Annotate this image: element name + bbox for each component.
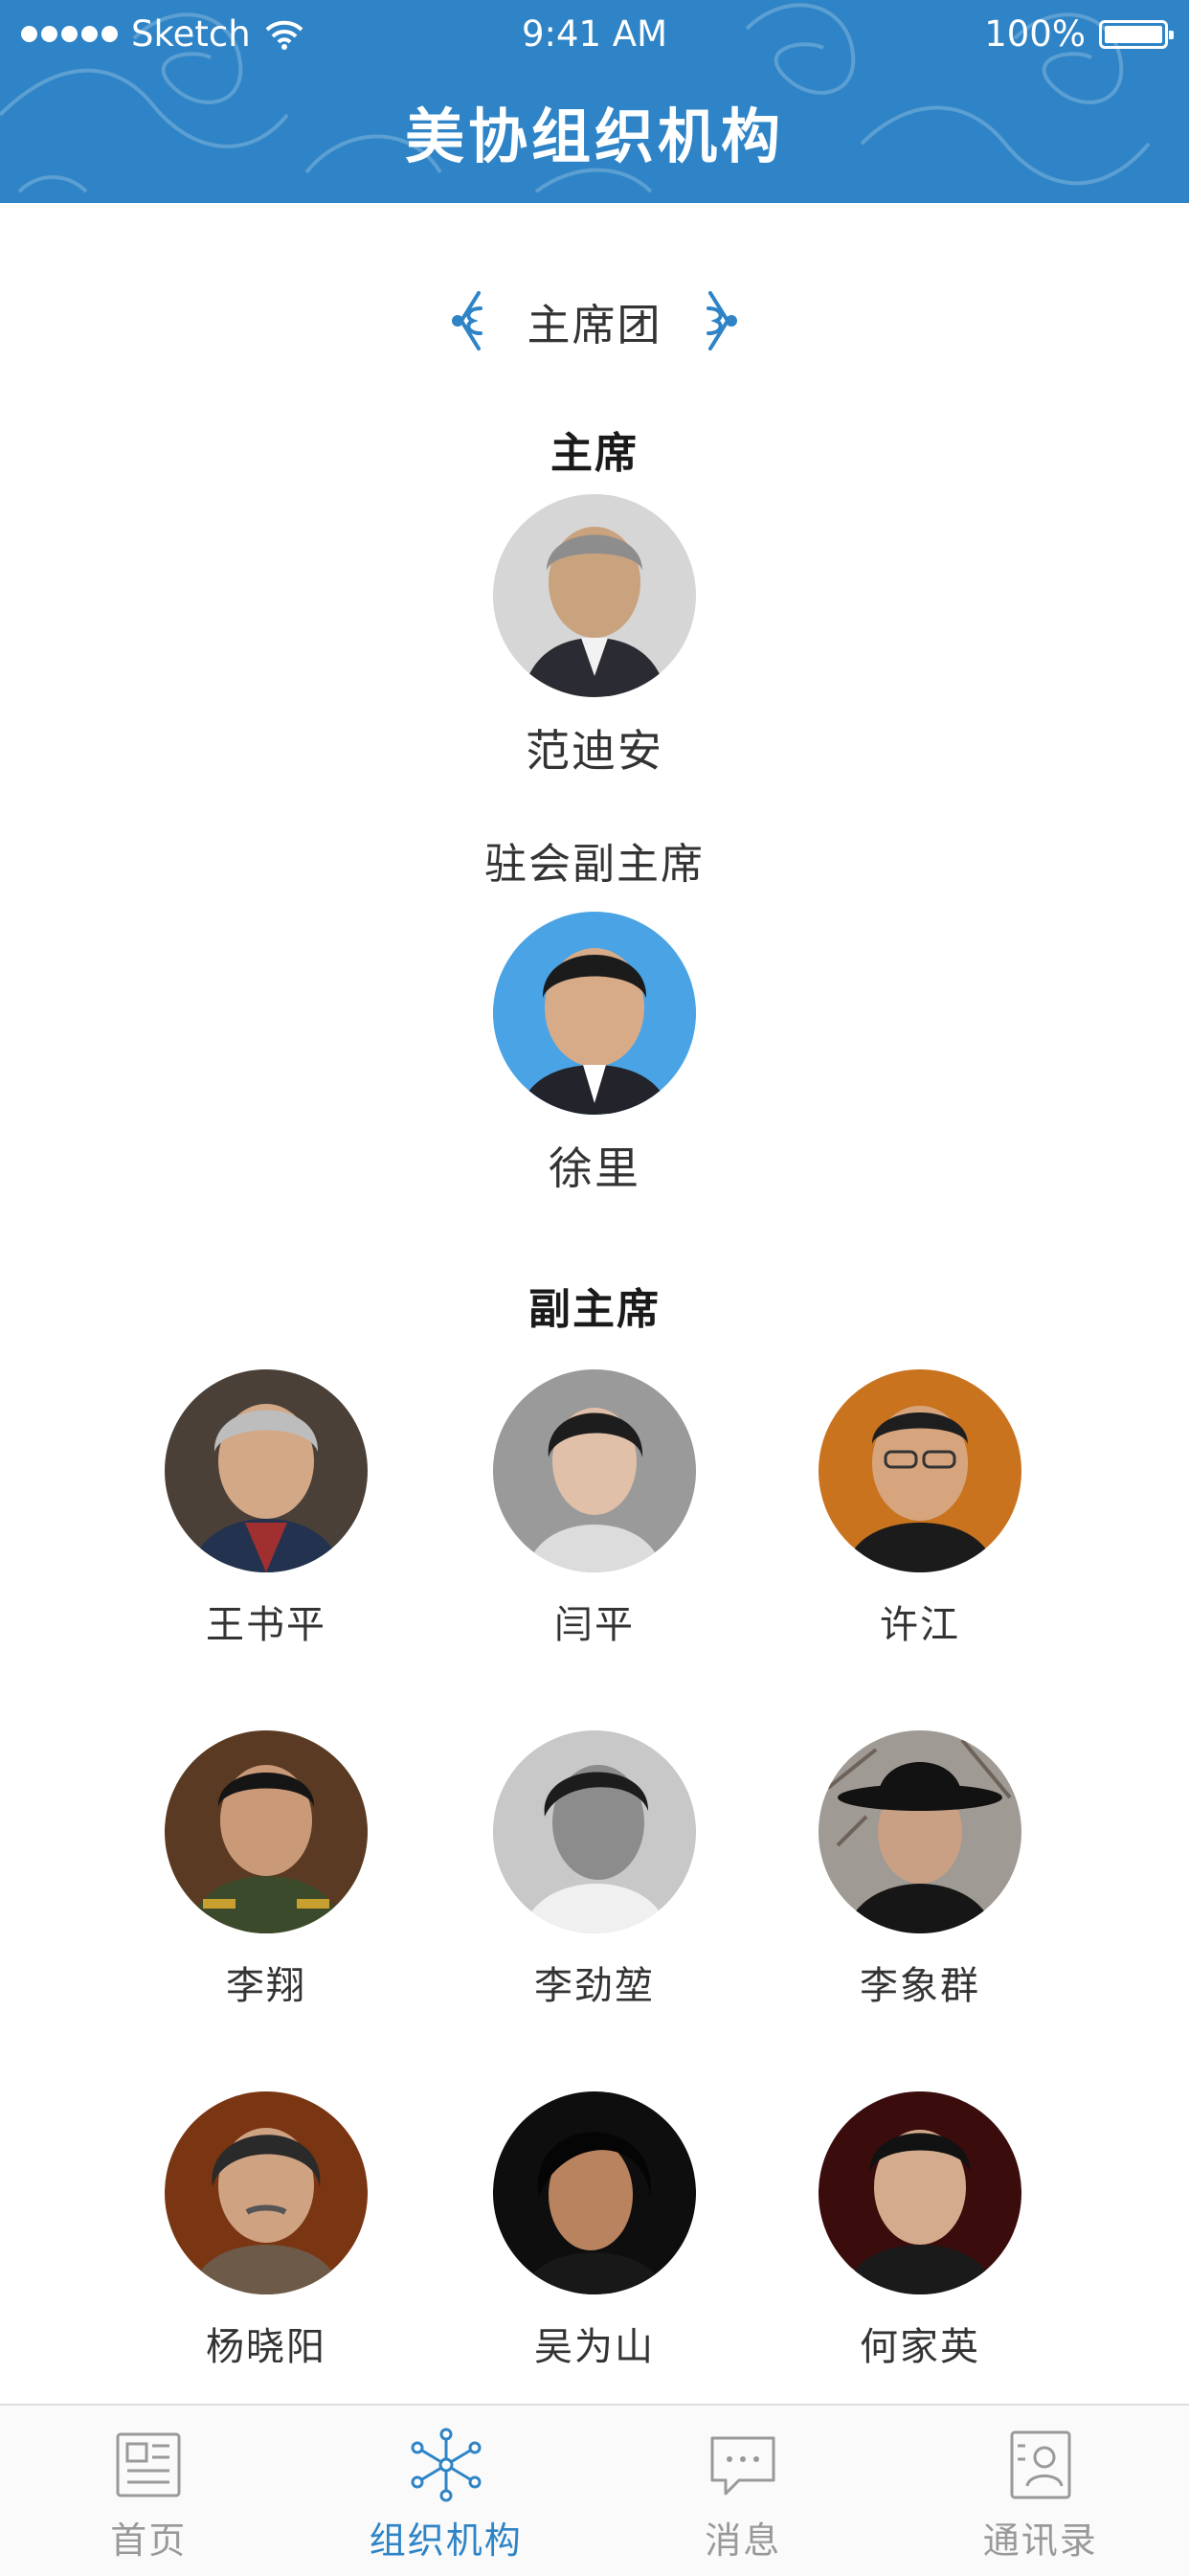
tab-organization[interactable]: 组织机构 <box>298 2406 595 2576</box>
avatar <box>819 2091 1021 2294</box>
person-card[interactable]: 李劲堃 <box>451 1730 738 2010</box>
person-name: 王书平 <box>123 1593 410 1649</box>
chairman-role-label: 主席 <box>0 418 1189 480</box>
person-card[interactable]: 徐里 <box>451 912 738 1197</box>
person-card[interactable]: 何家英 <box>776 2091 1064 2371</box>
tab-messages[interactable]: 消息 <box>594 2406 892 2576</box>
avatar <box>165 2091 368 2294</box>
person-card[interactable]: 李象群 <box>776 1730 1064 2010</box>
status-bar: Sketch 9:41 AM 100% <box>0 0 1189 67</box>
person-card[interactable]: 李翔 <box>123 1730 410 2010</box>
tab-messages-label: 消息 <box>705 2511 781 2564</box>
avatar <box>493 1730 696 1933</box>
person-card[interactable]: 王书平 <box>123 1369 410 1649</box>
battery-icon <box>1099 20 1168 49</box>
vice-chairmen-role-label: 副主席 <box>0 1275 1189 1336</box>
person-name: 吴为山 <box>451 2316 738 2371</box>
avatar <box>819 1730 1021 1933</box>
section-title: 主席团 <box>527 290 662 352</box>
person-card[interactable]: 杨晓阳 <box>123 2091 410 2371</box>
avatar <box>493 1369 696 1572</box>
avatar <box>493 494 696 697</box>
header-bar: Sketch 9:41 AM 100% 美协组织机构 <box>0 0 1189 203</box>
battery-percent: 100% <box>984 13 1086 55</box>
avatar <box>493 2091 696 2294</box>
person-name: 李劲堃 <box>451 1955 738 2010</box>
person-name: 许江 <box>776 1593 1064 1649</box>
avatar <box>493 912 696 1115</box>
tab-organization-label: 组织机构 <box>370 2511 523 2564</box>
network-icon <box>408 2427 484 2503</box>
tab-bar: 首页 组织机构 消息 <box>0 2404 1189 2576</box>
news-icon <box>110 2427 187 2503</box>
message-icon <box>705 2427 781 2503</box>
section-heading: 主席团 <box>0 282 1189 359</box>
person-name: 何家英 <box>776 2316 1064 2371</box>
tab-contacts[interactable]: 通讯录 <box>892 2406 1189 2576</box>
tab-home-label: 首页 <box>110 2511 187 2564</box>
person-name: 徐里 <box>451 1134 738 1197</box>
tab-contacts-label: 通讯录 <box>983 2511 1098 2564</box>
person-name: 闫平 <box>451 1593 738 1649</box>
ornament-right-icon <box>701 289 741 352</box>
person-name: 李象群 <box>776 1955 1064 2010</box>
person-card[interactable]: 闫平 <box>451 1369 738 1649</box>
tab-home[interactable]: 首页 <box>0 2406 298 2576</box>
avatar <box>165 1730 368 1933</box>
person-name: 范迪安 <box>451 716 738 780</box>
person-card[interactable]: 许江 <box>776 1369 1064 1649</box>
person-name: 李翔 <box>123 1955 410 2010</box>
contacts-icon <box>1002 2427 1079 2503</box>
person-card[interactable]: 吴为山 <box>451 2091 738 2371</box>
avatar <box>819 1369 1021 1572</box>
resident-role-label: 驻会副主席 <box>0 829 1189 891</box>
ornament-left-icon <box>448 289 488 352</box>
person-card[interactable]: 范迪安 <box>451 494 738 780</box>
person-name: 杨晓阳 <box>123 2316 410 2371</box>
page-title: 美协组织机构 <box>0 88 1189 174</box>
avatar <box>165 1369 368 1572</box>
